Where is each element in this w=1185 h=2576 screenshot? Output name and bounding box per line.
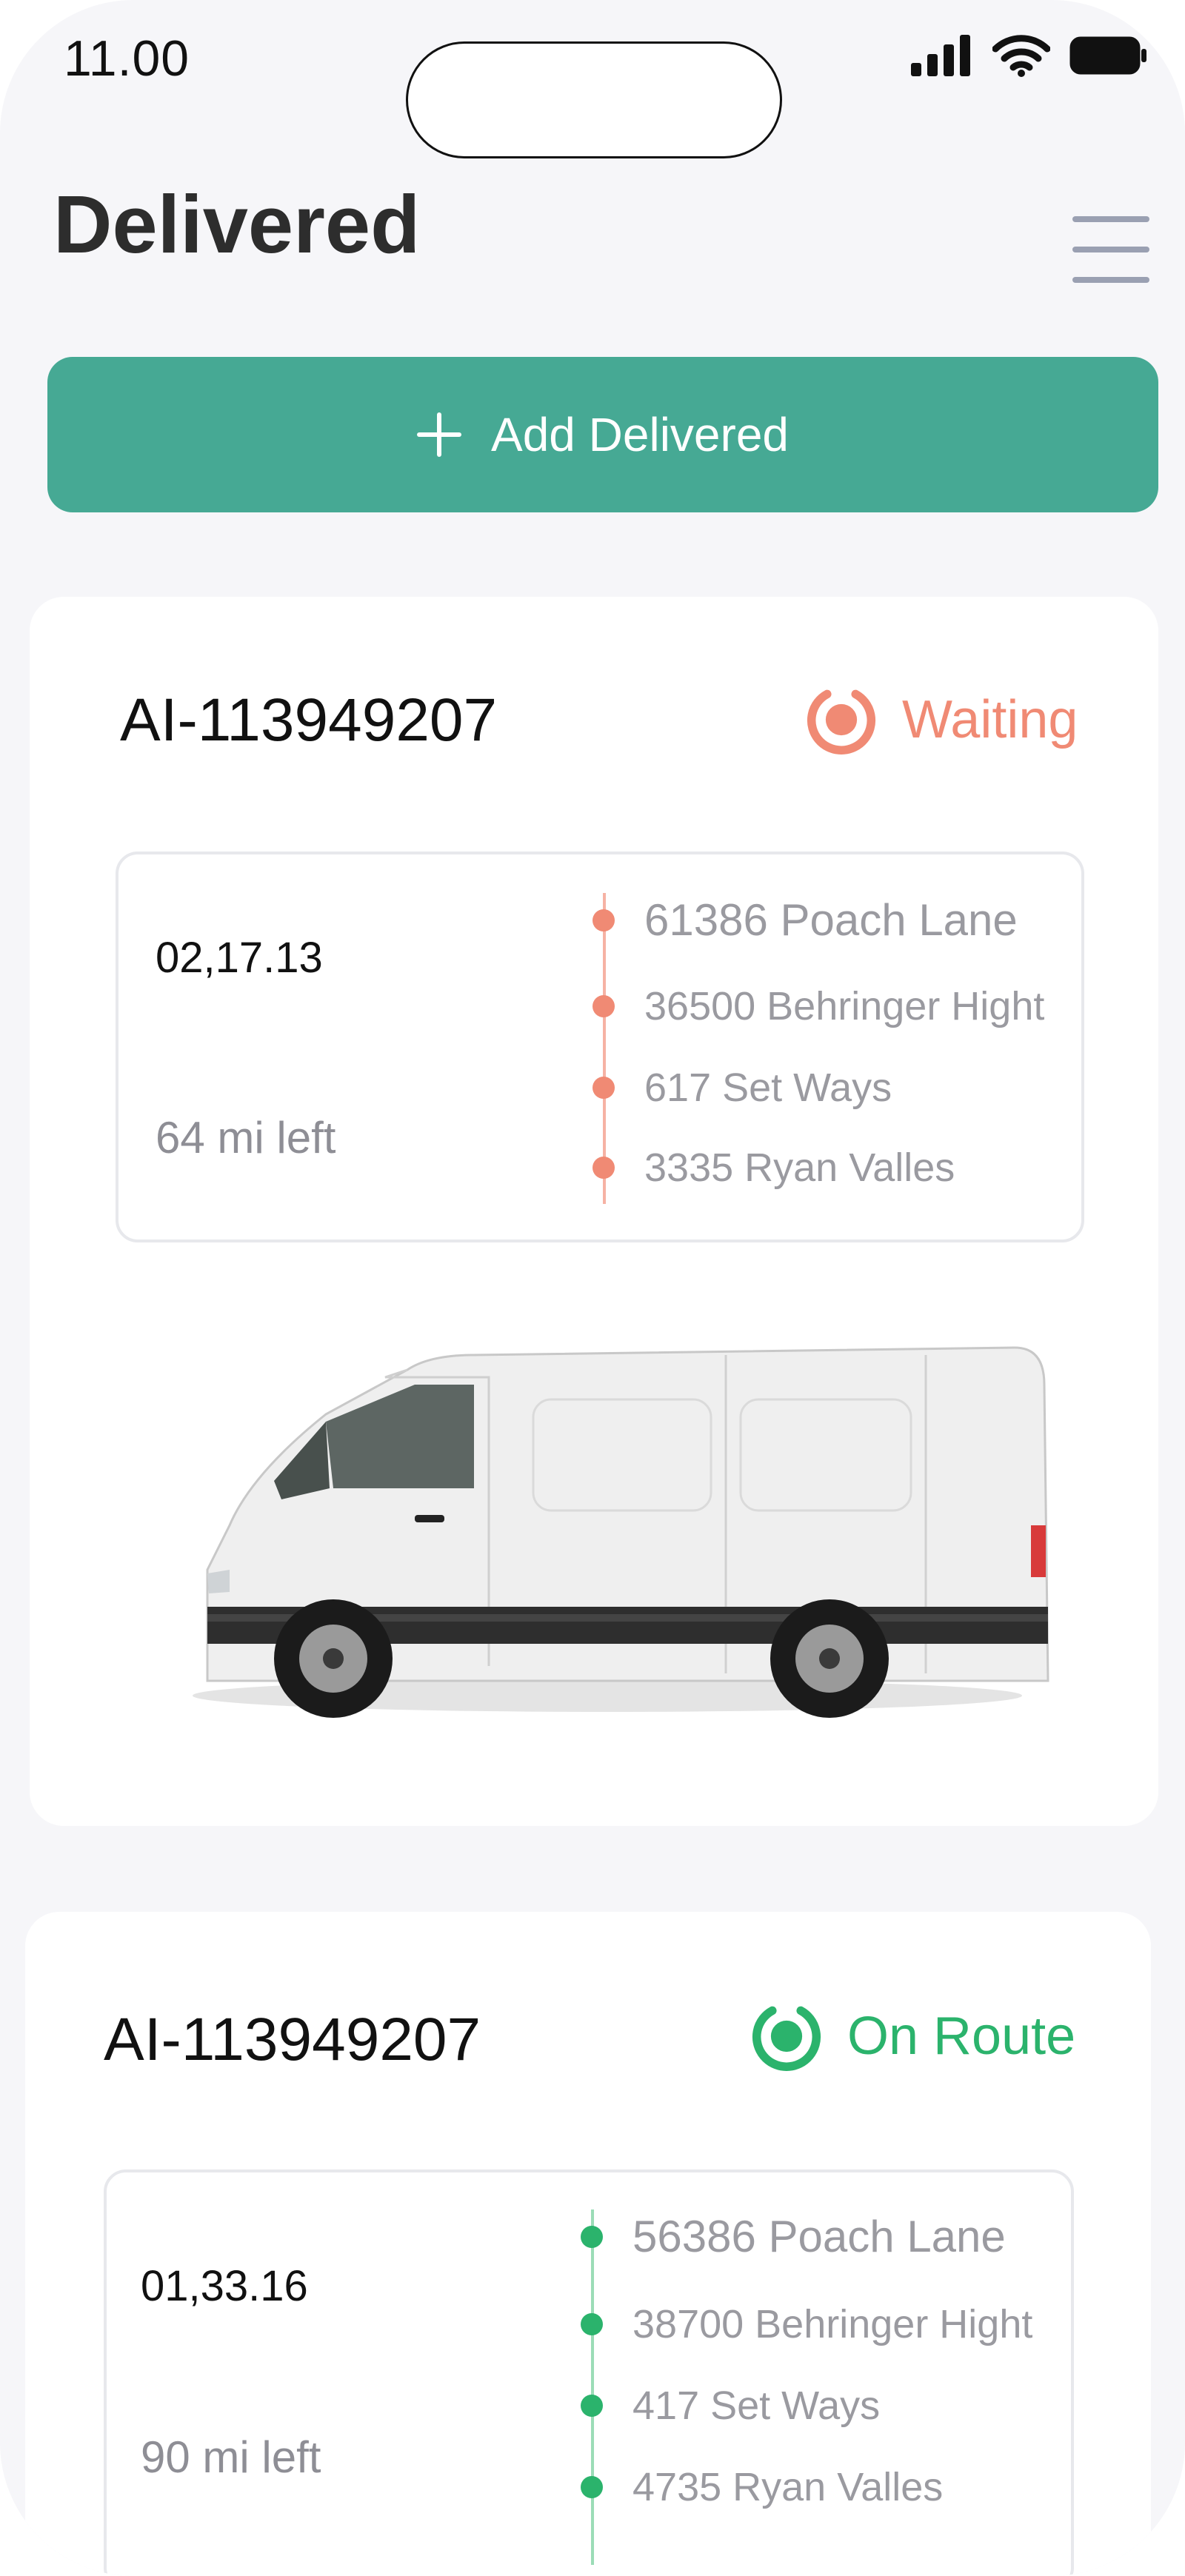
route-stop: 417 Set Ways <box>581 2383 880 2429</box>
wifi-icon <box>992 35 1050 77</box>
route-stops: 56386 Poach Lane 38700 Behringer Hight 4… <box>581 2209 1055 2565</box>
route-stop: 38700 Behringer Hight <box>581 2301 1032 2347</box>
signal-icon <box>911 35 970 76</box>
route-info-box: 01,33.16 90 mi left 56386 Poach Lane 387… <box>104 2169 1074 2576</box>
route-stop: 3335 Ryan Valles <box>592 1145 955 1191</box>
status-badge: On Route <box>751 2001 1075 2072</box>
route-stops: 61386 Poach Lane 36500 Behringer Hight 6… <box>592 893 1066 1204</box>
dynamic-island <box>406 41 782 158</box>
status-badge: Waiting <box>806 684 1078 755</box>
battery-icon <box>1069 36 1146 75</box>
eta-time: 01,33.16 <box>141 2262 308 2310</box>
add-delivered-label: Add Delivered <box>491 408 789 461</box>
page-title: Delivered <box>53 179 421 270</box>
phone-screen: 11.00 Delivered Add Delivered AI-1139492… <box>0 0 1185 2576</box>
route-stop: 4735 Ryan Valles <box>581 2464 943 2510</box>
status-time: 11.00 <box>64 30 190 87</box>
status-label: Waiting <box>902 690 1078 749</box>
order-id: AI-113949207 <box>104 2006 481 2073</box>
eta-time: 02,17.13 <box>156 934 323 982</box>
status-label: On Route <box>847 2007 1076 2066</box>
route-stop: 36500 Behringer Hight <box>592 983 1044 1029</box>
distance-left: 64 mi left <box>156 1113 336 1162</box>
route-stop: 56386 Poach Lane <box>581 2211 1006 2262</box>
route-info-box: 02,17.13 64 mi left 61386 Poach Lane 365… <box>116 852 1084 1242</box>
status-icons <box>911 34 1148 77</box>
hamburger-menu-icon[interactable] <box>1072 216 1149 283</box>
delivery-van-image <box>193 1346 1049 1718</box>
on-route-status-icon <box>752 2006 821 2071</box>
distance-left: 90 mi left <box>141 2432 321 2482</box>
waiting-status-icon <box>807 689 876 755</box>
route-stop: 61386 Poach Lane <box>592 894 1018 946</box>
route-stop: 617 Set Ways <box>592 1065 892 1111</box>
add-delivered-button[interactable]: Add Delivered <box>47 357 1158 512</box>
delivery-card[interactable]: AI-113949207 Waiting 02,17.13 64 mi left… <box>30 597 1158 1826</box>
order-id: AI-113949207 <box>120 686 498 754</box>
plus-icon <box>417 412 461 457</box>
delivery-card[interactable]: AI-113949207 On Route 01,33.16 90 mi lef… <box>25 1912 1151 2576</box>
